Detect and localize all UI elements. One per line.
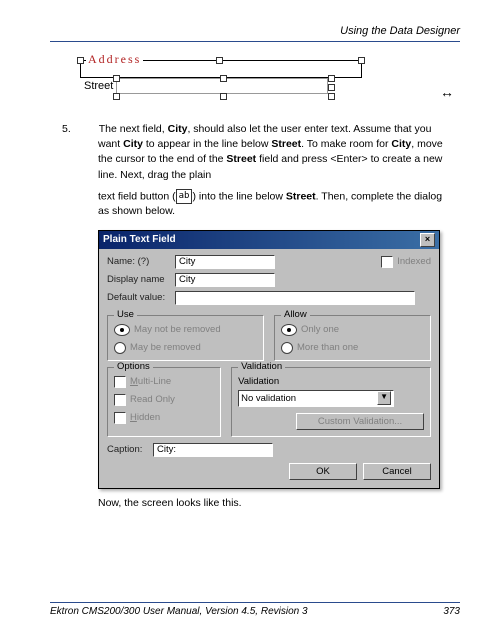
allow-legend: Allow bbox=[281, 309, 310, 320]
allow-groupbox: Allow Only one More than one bbox=[274, 315, 431, 361]
validation-label: Validation bbox=[238, 376, 424, 387]
address-legend: Address bbox=[86, 52, 143, 67]
resize-handle[interactable] bbox=[113, 93, 120, 100]
radio-selected-icon bbox=[114, 324, 130, 336]
dialog-titlebar[interactable]: Plain Text Field × bbox=[99, 231, 439, 249]
caption-label: Caption: bbox=[107, 444, 153, 455]
after-dialog-text: Now, the screen looks like this. bbox=[98, 497, 450, 509]
close-icon[interactable]: × bbox=[420, 233, 435, 247]
checkbox-icon bbox=[114, 376, 126, 388]
use-legend: Use bbox=[114, 309, 137, 320]
resize-handle[interactable] bbox=[216, 57, 223, 64]
dialog-button-row: OK Cancel bbox=[107, 463, 431, 480]
checkbox-icon bbox=[114, 412, 126, 424]
radio-icon bbox=[114, 342, 126, 354]
radio-icon bbox=[281, 342, 293, 354]
multiline-checkbox[interactable]: MMulti-Lineulti-Line bbox=[114, 376, 214, 388]
name-label: Name: (?) bbox=[107, 256, 175, 267]
step-paragraph: 5. The next field, City, should also let… bbox=[80, 122, 450, 183]
hidden-checkbox[interactable]: HHiddenidden bbox=[114, 412, 214, 424]
custom-validation-button[interactable]: Custom Validation... bbox=[296, 413, 424, 430]
street-label: Street bbox=[84, 80, 113, 92]
resize-handle[interactable] bbox=[328, 93, 335, 100]
use-groupbox: Use May not be removed May be removed bbox=[107, 315, 264, 361]
use-may-not-remove-radio[interactable]: May not be removed bbox=[114, 324, 257, 336]
footer-rule bbox=[50, 602, 460, 603]
resize-handle[interactable] bbox=[358, 57, 365, 64]
default-value-input[interactable] bbox=[175, 291, 415, 305]
step-paragraph-continued: text field button (ab) into the line bel… bbox=[98, 189, 450, 220]
name-input[interactable]: City bbox=[175, 255, 275, 269]
resize-handle[interactable] bbox=[77, 57, 84, 64]
allow-only-one-radio[interactable]: Only one bbox=[281, 324, 424, 336]
page-footer: Ektron CMS200/300 User Manual, Version 4… bbox=[50, 602, 460, 617]
indexed-checkbox[interactable]: Indexed bbox=[381, 256, 431, 268]
readonly-checkbox[interactable]: Read Only bbox=[114, 394, 214, 406]
plain-text-field-dialog: Plain Text Field × Name: (?) City Indexe… bbox=[98, 230, 440, 489]
options-legend: Options bbox=[114, 361, 153, 372]
validation-select[interactable]: No validation ▼ bbox=[238, 390, 394, 407]
resize-arrow-icon: ↔ bbox=[440, 84, 480, 100]
options-groupbox: Options MMulti-Lineulti-Line Read Only H… bbox=[107, 367, 221, 437]
plain-text-field-icon: ab bbox=[176, 189, 193, 204]
header-rule bbox=[50, 41, 460, 42]
default-value-label: Default value: bbox=[107, 292, 175, 303]
display-name-input[interactable]: City bbox=[175, 273, 275, 287]
resize-handle[interactable] bbox=[113, 75, 120, 82]
checkbox-icon bbox=[381, 256, 393, 268]
resize-handle[interactable] bbox=[220, 75, 227, 82]
resize-handle[interactable] bbox=[328, 84, 335, 91]
checkbox-icon bbox=[114, 394, 126, 406]
resize-handle[interactable] bbox=[328, 75, 335, 82]
validation-legend: Validation bbox=[238, 361, 285, 372]
step-number: 5. bbox=[80, 122, 96, 137]
manual-page: Using the Data Designer Address Street ↔… bbox=[0, 0, 500, 635]
ok-button[interactable]: OK bbox=[289, 463, 357, 480]
page-number: 373 bbox=[443, 606, 460, 617]
use-may-remove-radio[interactable]: May be removed bbox=[114, 342, 257, 354]
resize-handle[interactable] bbox=[220, 93, 227, 100]
display-name-label: Display name bbox=[107, 274, 175, 285]
allow-more-than-one-radio[interactable]: More than one bbox=[281, 342, 424, 354]
dialog-body: Name: (?) City Indexed Display name City… bbox=[99, 249, 439, 488]
dialog-title: Plain Text Field bbox=[103, 234, 176, 245]
radio-selected-icon bbox=[281, 324, 297, 336]
validation-groupbox: Validation Validation No validation ▼ Cu… bbox=[231, 367, 431, 437]
section-header: Using the Data Designer bbox=[50, 25, 460, 37]
chevron-down-icon: ▼ bbox=[377, 391, 391, 405]
caption-input[interactable]: City: bbox=[153, 443, 273, 457]
footer-manual-title: Ektron CMS200/300 User Manual, Version 4… bbox=[50, 606, 308, 617]
address-diagram: Address Street ↔ bbox=[80, 60, 430, 110]
cancel-button[interactable]: Cancel bbox=[363, 463, 431, 480]
